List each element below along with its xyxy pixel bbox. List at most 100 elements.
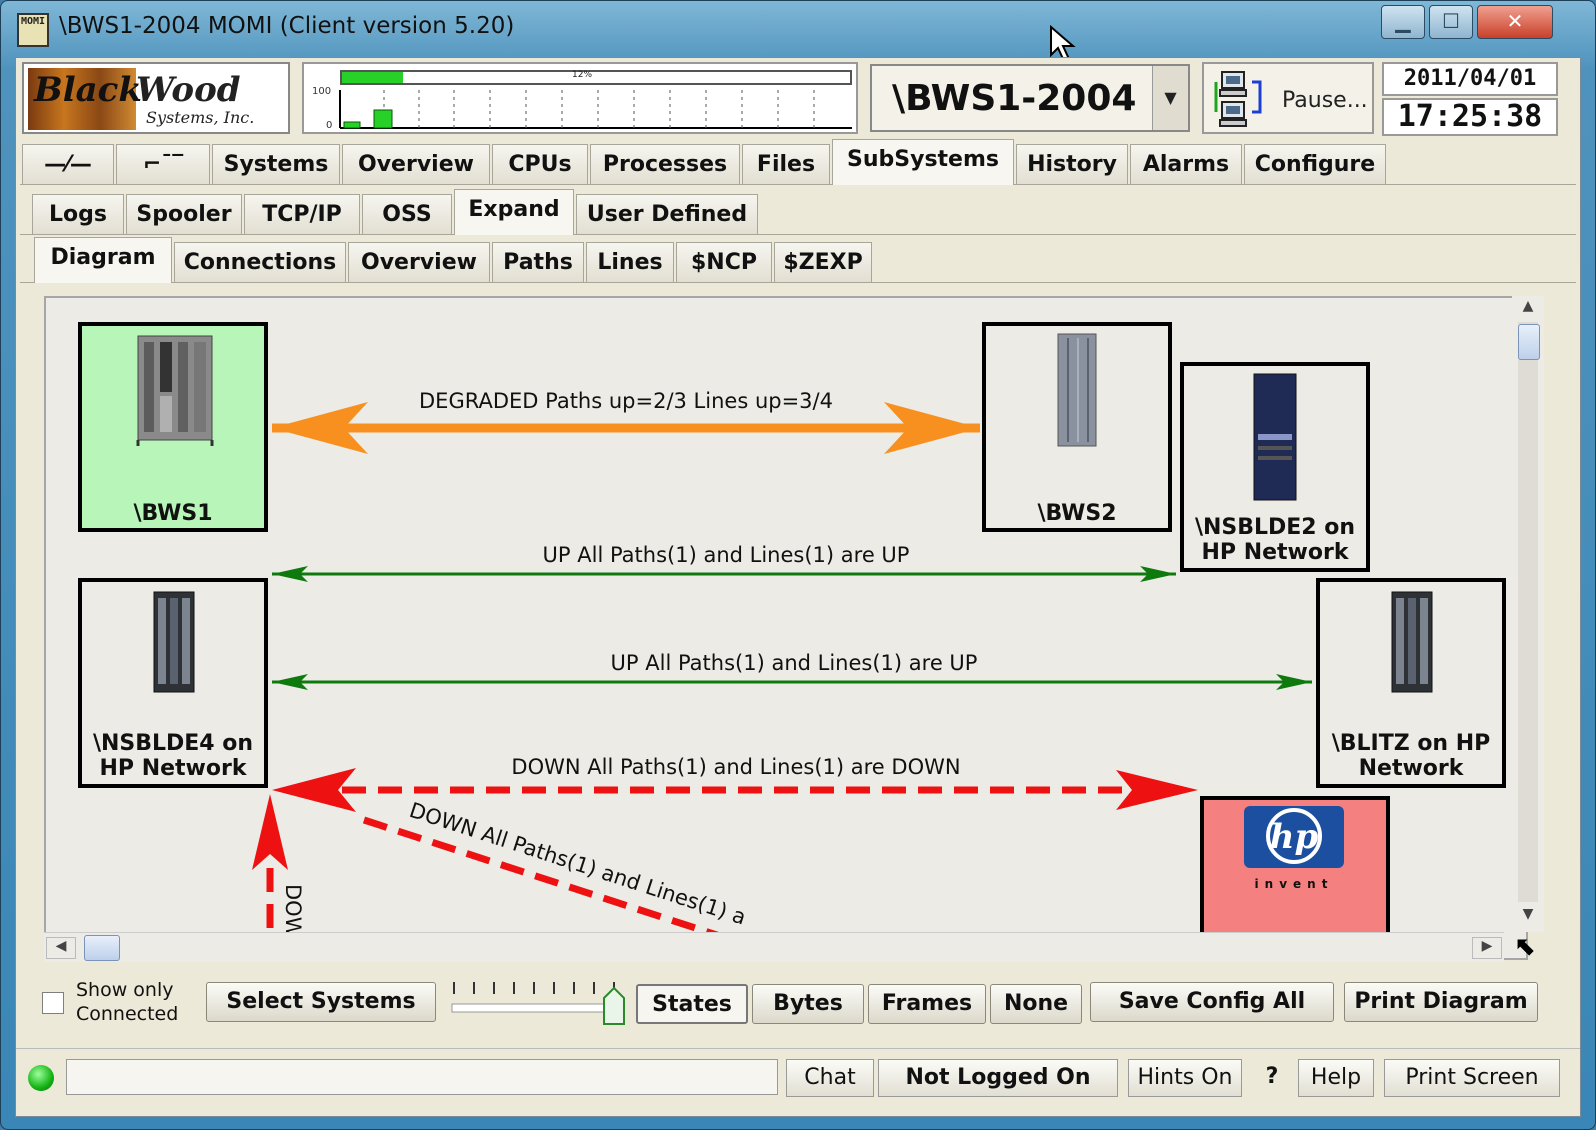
show-only-line2: Connected <box>76 1003 179 1025</box>
tab-spooler[interactable]: Spooler <box>126 194 242 234</box>
none-toggle[interactable]: None <box>990 984 1082 1024</box>
logo-text-wood: Wood <box>136 70 241 110</box>
slider-thumb[interactable] <box>602 986 626 1026</box>
tab-user-defined[interactable]: User Defined <box>576 194 758 234</box>
link-down-label-2: DOWN All Paths(1) and Lines(1) a <box>406 798 748 930</box>
link-up-nsblde4-nsblde2[interactable] <box>272 566 1176 582</box>
main-tab-bar: —⁄— ⌐¯‾ Systems Overview CPUs Processes … <box>16 139 1582 185</box>
node-bws1[interactable] <box>78 322 268 532</box>
login-button[interactable]: Not Logged On <box>878 1059 1118 1097</box>
vertical-scroll-thumb[interactable] <box>1518 324 1540 360</box>
layout-horizontal-icon: —⁄— <box>44 152 92 177</box>
pause-label: Pause... <box>1282 88 1368 113</box>
title-bar[interactable]: MOMI \BWS1-2004 MOMI (Client version 5.2… <box>1 1 1595 63</box>
hints-toggle[interactable]: Hints On <box>1128 1059 1242 1097</box>
tab-logs[interactable]: Logs <box>32 194 124 234</box>
window-title: \BWS1-2004 MOMI (Client version 5.20) <box>59 13 515 39</box>
status-bar: Chat Not Logged On Hints On ? Help Print… <box>16 1048 1580 1098</box>
print-diagram-button[interactable]: Print Diagram <box>1344 982 1538 1022</box>
node-bws1-label: \BWS1 <box>133 501 212 526</box>
hp-logo-label: invent <box>1255 877 1334 891</box>
pause-button[interactable]: Pause... <box>1202 62 1374 134</box>
scroll-up-icon[interactable]: ▲ <box>1518 298 1538 318</box>
link-down-label-1: DOWN All Paths(1) and Lines(1) are DOWN <box>511 755 960 779</box>
tab-expand[interactable]: Expand <box>454 189 574 235</box>
question-icon[interactable]: ? <box>1248 1059 1296 1097</box>
diagram-horizontal-scrollbar[interactable]: ◀ ▶ <box>44 932 1504 962</box>
current-date: 2011/04/01 <box>1382 62 1558 96</box>
tab-oss[interactable]: OSS <box>362 194 452 234</box>
zoom-slider[interactable] <box>450 982 630 1026</box>
network-computers-icon <box>1214 71 1262 127</box>
app-window: MOMI \BWS1-2004 MOMI (Client version 5.2… <box>0 0 1596 1130</box>
chevron-down-icon[interactable]: ▼ <box>1152 66 1188 130</box>
client-area: Black Wood Systems, Inc. 12% 100 0 \BWS1… <box>15 57 1581 1117</box>
save-config-all-button[interactable]: Save Config All <box>1090 982 1334 1022</box>
tab-expand-overview[interactable]: Overview <box>348 242 490 282</box>
scroll-left-icon[interactable]: ◀ <box>46 937 76 959</box>
link-up-nsblde4-blitz[interactable] <box>272 674 1312 690</box>
tab-layout-horizontal[interactable]: —⁄— <box>22 144 114 184</box>
scroll-down-icon[interactable]: ▼ <box>1518 906 1538 926</box>
chat-button[interactable]: Chat <box>786 1059 874 1097</box>
tab-cpus[interactable]: CPUs <box>492 144 588 184</box>
vertical-scroll-track[interactable] <box>1518 322 1538 902</box>
horizontal-scroll-thumb[interactable] <box>84 935 120 961</box>
cpu-graph: 12% 100 0 <box>302 62 858 134</box>
status-message-field <box>66 1059 778 1095</box>
node-nsblde4-label-2: HP Network <box>100 756 248 781</box>
close-button[interactable]: ✕ <box>1477 5 1553 39</box>
expand-tab-bar: Diagram Connections Overview Paths Lines… <box>16 237 1582 283</box>
frames-toggle[interactable]: Frames <box>868 984 986 1024</box>
tab-tcpip[interactable]: TCP/IP <box>244 194 360 234</box>
tab-lines[interactable]: Lines <box>586 242 674 282</box>
diagram-vertical-scrollbar[interactable]: ▲ ▼ <box>1512 296 1544 932</box>
help-button[interactable]: Help <box>1298 1059 1374 1097</box>
print-screen-button[interactable]: Print Screen <box>1384 1059 1560 1097</box>
states-toggle[interactable]: States <box>636 984 748 1024</box>
link-up-label-2: UP All Paths(1) and Lines(1) are UP <box>611 651 978 675</box>
tab-subsystems[interactable]: SubSystems <box>832 139 1014 185</box>
tab-systems[interactable]: Systems <box>212 144 340 184</box>
scroll-right-icon[interactable]: ▶ <box>1472 937 1502 959</box>
bytes-toggle[interactable]: Bytes <box>752 984 864 1024</box>
main-tab-divider <box>20 184 1576 185</box>
app-icon[interactable]: MOMI <box>17 13 49 47</box>
tab-files[interactable]: Files <box>742 144 830 184</box>
expand-tab-divider <box>20 282 1576 283</box>
tab-overview[interactable]: Overview <box>342 144 490 184</box>
show-only-line1: Show only <box>76 979 174 1001</box>
node-bws2[interactable] <box>982 322 1172 532</box>
connection-status-icon <box>28 1065 54 1091</box>
node-bws2-label: \BWS2 <box>1037 501 1116 526</box>
tab-paths[interactable]: Paths <box>492 242 584 282</box>
tab-diagram[interactable]: Diagram <box>34 237 172 283</box>
resize-corner-icon[interactable]: ⬉ <box>1510 932 1542 964</box>
link-down-diagonal[interactable] <box>362 816 728 942</box>
node-blitz-label-1: \BLITZ on HP <box>1332 731 1491 756</box>
tab-zexp[interactable]: $ZEXP <box>774 242 872 282</box>
svg-text:hp: hp <box>1270 817 1319 857</box>
minimize-button[interactable]: ▁ <box>1381 5 1425 39</box>
system-selector[interactable]: \BWS1-2004 ▼ <box>870 64 1190 132</box>
company-logo: Black Wood Systems, Inc. <box>22 62 290 134</box>
node-nsblde2-label-1: \NSBLDE2 on <box>1195 515 1355 540</box>
tab-processes[interactable]: Processes <box>590 144 740 184</box>
tab-connections[interactable]: Connections <box>174 242 346 282</box>
subsystem-tab-bar: Logs Spooler TCP/IP OSS Expand User Defi… <box>16 189 1582 235</box>
select-systems-button[interactable]: Select Systems <box>206 982 436 1022</box>
system-name: \BWS1-2004 <box>892 78 1137 119</box>
tab-ncp[interactable]: $NCP <box>676 242 772 282</box>
expand-diagram[interactable]: \BWS1 \BWS2 \NSBLDE2 on HP Network \NSBL… <box>44 296 1528 960</box>
show-only-connected-checkbox[interactable] <box>42 992 64 1014</box>
diagram-controls: Show only Connected Select Systems State… <box>16 968 1580 1028</box>
subsystem-tab-divider <box>20 234 1576 235</box>
current-time: 17:25:38 <box>1382 98 1558 136</box>
tab-history[interactable]: History <box>1016 144 1128 184</box>
node-nsblde2-label-2: HP Network <box>1202 540 1350 565</box>
tab-configure[interactable]: Configure <box>1244 144 1386 184</box>
tab-alarms[interactable]: Alarms <box>1130 144 1242 184</box>
link-up-label-1: UP All Paths(1) and Lines(1) are UP <box>543 543 910 567</box>
tab-layout-split[interactable]: ⌐¯‾ <box>116 144 210 184</box>
maximize-button[interactable]: ☐ <box>1429 5 1473 39</box>
